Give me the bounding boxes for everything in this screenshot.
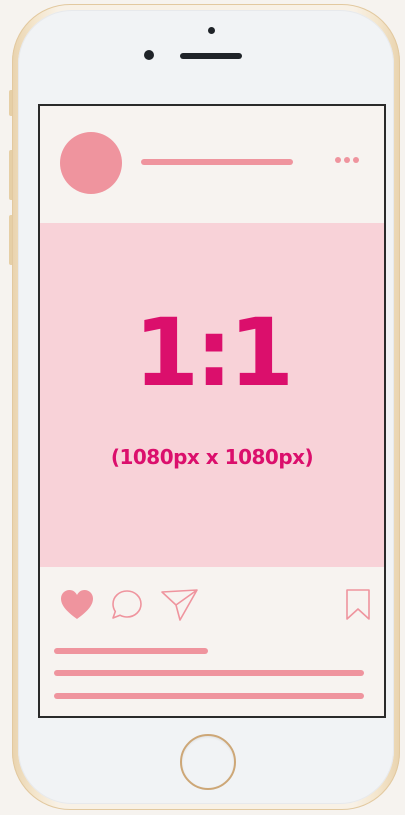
proximity-sensor [208, 27, 215, 34]
send-icon[interactable] [160, 588, 200, 622]
canvas: 1:1 (1080px x 1080px) [0, 0, 405, 815]
caption-placeholder-line [54, 670, 364, 676]
heart-icon[interactable] [60, 589, 94, 621]
dot [353, 157, 359, 163]
aspect-ratio-label: 1:1 [133, 299, 294, 408]
bookmark-icon[interactable] [345, 588, 371, 622]
username-placeholder[interactable] [141, 159, 293, 165]
more-dots-icon[interactable] [335, 157, 359, 163]
comment-icon[interactable] [110, 589, 144, 621]
dot [344, 157, 350, 163]
phone-screen: 1:1 (1080px x 1080px) [38, 104, 386, 718]
likes-placeholder-line [54, 648, 208, 654]
front-camera [144, 50, 154, 60]
post-image[interactable]: 1:1 (1080px x 1080px) [40, 223, 384, 567]
dot [335, 157, 341, 163]
avatar[interactable] [60, 132, 122, 194]
earpiece-speaker [180, 53, 242, 59]
caption-placeholder-line [54, 693, 364, 699]
dimensions-label: (1080px x 1080px) [110, 445, 314, 469]
home-button[interactable] [180, 734, 236, 790]
